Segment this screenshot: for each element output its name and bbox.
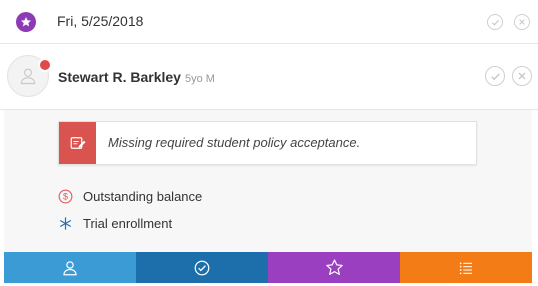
checkin-tab-button[interactable] — [136, 252, 268, 283]
star-badge — [16, 12, 36, 32]
status-dot — [38, 58, 52, 72]
user-icon — [63, 260, 77, 275]
svg-text:$: $ — [63, 191, 68, 201]
check-circle-icon — [194, 260, 210, 275]
close-icon — [519, 19, 525, 25]
bottom-action-bar — [4, 252, 532, 283]
info-item-trial-enrollment[interactable]: Trial enrollment — [58, 214, 172, 232]
star-icon — [325, 259, 343, 275]
info-item-label: Trial enrollment — [83, 215, 173, 231]
student-age: 5yo M — [184, 73, 215, 85]
policy-alert-card[interactable]: Missing required student policy acceptan… — [58, 121, 477, 165]
close-icon — [518, 72, 526, 80]
list-icon — [459, 261, 472, 274]
dismiss-student-button[interactable] — [512, 66, 532, 86]
star-icon — [21, 17, 31, 27]
list-tab-button[interactable] — [400, 252, 532, 283]
info-item-outstanding-balance[interactable]: $ Outstanding balance — [58, 187, 202, 205]
info-item-label: Outstanding balance — [83, 188, 203, 204]
dollar-circle-icon: $ — [58, 189, 73, 203]
profile-tab-button[interactable] — [4, 252, 136, 283]
check-icon — [491, 19, 499, 26]
student-name: Stewart R. Barkley — [58, 69, 181, 85]
check-icon — [490, 72, 500, 80]
student-name-line[interactable]: Stewart R. Barkley 5yo M — [58, 69, 215, 85]
user-icon — [20, 68, 36, 85]
asterisk-icon — [59, 216, 72, 230]
dismiss-date-button[interactable] — [514, 14, 530, 30]
alert-message: Missing required student policy acceptan… — [108, 135, 361, 150]
approve-student-button[interactable] — [485, 66, 505, 86]
approve-date-button[interactable] — [487, 14, 503, 30]
favorite-tab-button[interactable] — [268, 252, 400, 283]
date-label: Fri, 5/25/2018 — [57, 13, 144, 29]
alert-icon-box — [59, 122, 96, 164]
edit-document-icon — [70, 137, 85, 149]
